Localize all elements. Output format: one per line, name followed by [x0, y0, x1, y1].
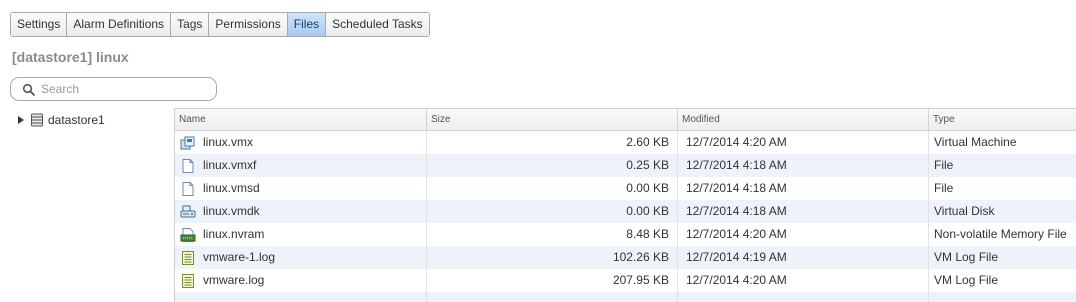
search-input[interactable] [41, 80, 211, 98]
cell-type: VM Log File [934, 273, 999, 287]
table-row[interactable]: linux.nvram 8.48 KB 12/7/2014 4:20 AM No… [175, 223, 1076, 246]
cell-modified: 12/7/2014 4:20 AM [678, 269, 929, 292]
files-grid: Name Size Modified Type linux.vmx 2.60 K… [174, 108, 1076, 302]
table-row[interactable]: linux.vmxf 0.25 KB 12/7/2014 4:18 AM Fil… [175, 154, 1076, 177]
file-name: vmware-1.log [203, 250, 276, 264]
cell-modified: 12/7/2014 4:18 AM [678, 177, 929, 200]
tab-files[interactable]: Files [287, 13, 327, 36]
tree-label: datastore1 [48, 113, 105, 127]
table-row[interactable]: vmware.log 207.95 KB 12/7/2014 4:20 AM V… [175, 269, 1076, 292]
cell-name: linux.vmx [175, 131, 427, 154]
column-header-type[interactable]: Type [929, 109, 1076, 131]
cell-modified: 12/7/2014 4:18 AM [678, 154, 929, 177]
grid-header: Name Size Modified Type [175, 109, 1076, 131]
cell-type: Virtual Machine [934, 135, 1017, 149]
tree-node-datastore1[interactable]: datastore1 [16, 112, 105, 128]
file-name: vmware.log [203, 273, 265, 287]
tab-settings[interactable]: Settings [11, 13, 68, 36]
cell-size: 8.48 KB [427, 223, 678, 246]
cell-size: 207.95 KB [427, 269, 678, 292]
cell-name: linux.vmxf [175, 154, 427, 177]
datastore-tree: datastore1 [10, 108, 173, 302]
cell-size: 0.25 KB [427, 154, 678, 177]
virtual-machine-icon [180, 136, 195, 149]
search-box[interactable] [10, 77, 217, 101]
column-header-modified[interactable]: Modified [678, 109, 929, 131]
tab-tags[interactable]: Tags [171, 13, 210, 36]
cell-modified: 12/7/2014 4:19 AM [678, 246, 929, 269]
cell-type: VM Log File [934, 250, 999, 264]
column-header-name[interactable]: Name [175, 109, 427, 131]
cell-type: File [934, 158, 954, 172]
column-header-size[interactable]: Size [427, 109, 678, 131]
table-row[interactable]: vmware-1.log 102.26 KB 12/7/2014 4:19 AM… [175, 246, 1076, 269]
expand-arrow-icon[interactable] [16, 115, 26, 125]
cell-size: 102.26 KB [427, 246, 678, 269]
cell-type: File [934, 181, 954, 195]
table-row[interactable]: linux.vmx 2.60 KB 12/7/2014 4:20 AM Virt… [175, 131, 1076, 154]
nvram-icon [180, 227, 196, 242]
table-row[interactable]: linux.vmsd 0.00 KB 12/7/2014 4:18 AM Fil… [175, 177, 1076, 200]
cell-size: 0.00 KB [427, 200, 678, 223]
cell-name: linux.vmdk [175, 200, 427, 223]
cell-size: 2.60 KB [427, 131, 678, 154]
file-name: linux.nvram [203, 227, 265, 241]
files-view: Settings Alarm Definitions Tags Permissi… [0, 0, 1076, 302]
file-icon [182, 158, 194, 173]
log-file-icon [182, 250, 194, 265]
datastore-icon [31, 113, 43, 127]
tab-scheduled-tasks[interactable]: Scheduled Tasks [326, 13, 429, 36]
file-name: linux.vmsd [203, 181, 260, 195]
page-title: [datastore1] linux [12, 49, 129, 65]
cell-modified: 12/7/2014 4:18 AM [678, 200, 929, 223]
grid-body: linux.vmx 2.60 KB 12/7/2014 4:20 AM Virt… [175, 131, 1076, 302]
cell-name: vmware.log [175, 269, 427, 292]
virtual-disk-icon [180, 205, 196, 217]
file-icon [182, 181, 194, 196]
tab-alarm-definitions[interactable]: Alarm Definitions [67, 13, 172, 36]
tab-bar: Settings Alarm Definitions Tags Permissi… [10, 12, 430, 37]
cell-type: Non-volatile Memory File [934, 227, 1067, 241]
empty-row [175, 292, 1076, 302]
cell-name: linux.vmsd [175, 177, 427, 200]
cell-name: linux.nvram [175, 223, 427, 246]
cell-size: 0.00 KB [427, 177, 678, 200]
file-name: linux.vmx [203, 135, 254, 149]
search-icon [22, 83, 35, 96]
cell-modified: 12/7/2014 4:20 AM [678, 131, 929, 154]
log-file-icon [182, 273, 194, 288]
cell-type: Virtual Disk [934, 204, 995, 218]
cell-name: vmware-1.log [175, 246, 427, 269]
file-name: linux.vmdk [203, 204, 260, 218]
tab-permissions[interactable]: Permissions [209, 13, 288, 36]
cell-modified: 12/7/2014 4:20 AM [678, 223, 929, 246]
file-name: linux.vmxf [203, 158, 257, 172]
table-row[interactable]: linux.vmdk 0.00 KB 12/7/2014 4:18 AM Vir… [175, 200, 1076, 223]
